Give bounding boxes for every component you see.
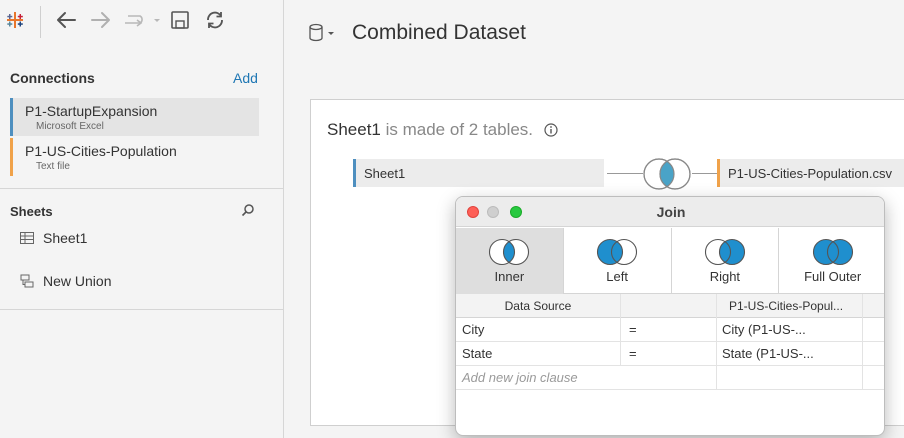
right-field[interactable]: State (P1-US-... [717,342,863,366]
datasource-icon[interactable] [307,22,337,44]
toolbar-separator [40,6,41,38]
dialog-title: Join [656,204,686,220]
join-dialog: Join Inner Left Right Full Outer Data So… [455,196,885,436]
join-operator[interactable]: = [621,318,717,342]
join-type-label: Left [606,269,628,284]
add-join-clause-row[interactable]: Add new join clause [456,366,884,390]
divider [0,309,284,310]
left-pane: Connections Add P1-StartupExpansion Micr… [0,0,284,438]
back-arrow-icon[interactable] [54,8,78,32]
connection-startup-expansion[interactable]: P1-StartupExpansion Microsoft Excel [10,98,259,136]
connection-us-cities-population[interactable]: P1-US-Cities-Population Text file [10,138,259,176]
add-connection-link[interactable]: Add [233,70,258,86]
join-clause-grid: Data Source P1-US-Cities-Popul... City =… [456,294,884,390]
summary-text: is made of 2 tables. [380,120,534,139]
join-type-inner[interactable]: Inner [456,228,564,294]
right-table-pill[interactable]: P1-US-Cities-Population.csv [717,159,904,187]
sheets-heading: Sheets [10,204,53,219]
search-icon[interactable] [241,203,255,222]
left-field[interactable]: State [456,342,621,366]
info-icon[interactable] [544,123,558,137]
header-operator [621,294,717,318]
connection-type: Text file [36,161,70,172]
left-join-icon [597,238,638,266]
header-right-source: P1-US-Cities-Popul... [717,294,863,318]
left-field[interactable]: City [456,318,621,342]
redo-dropdown-icon[interactable] [122,8,162,32]
header-data-source: Data Source [456,294,621,318]
join-connector-line [607,173,643,174]
left-table-pill[interactable]: Sheet1 [353,159,604,187]
join-type-label: Right [709,269,741,284]
connections-heading: Connections [10,70,95,86]
sheet-name: Sheet1 [327,120,381,139]
sheet-item-sheet1[interactable]: Sheet1 [20,228,87,248]
grid-header-row: Data Source P1-US-Cities-Popul... [456,294,884,318]
inner-join-venn-icon[interactable] [639,156,695,197]
connection-name: P1-US-Cities-Population [25,143,177,159]
datasource-title[interactable]: Combined Dataset [352,21,526,45]
toolbar [0,0,284,42]
sheet-label: New Union [43,273,112,289]
dialog-titlebar[interactable]: Join [456,197,884,227]
tableau-app: Connections Add P1-StartupExpansion Micr… [0,0,904,438]
sheet-item-new-union[interactable]: New Union [20,271,111,291]
join-type-label: Inner [494,269,525,284]
join-type-label: Full Outer [804,269,862,284]
sheet-label: Sheet1 [43,230,88,246]
table-name: Sheet1 [364,165,406,181]
join-operator[interactable]: = [621,342,717,366]
refresh-icon[interactable] [204,8,226,32]
right-join-icon [704,238,745,266]
inner-join-icon [489,238,530,266]
table-name: P1-US-Cities-Population.csv [728,165,893,181]
join-clause-row[interactable]: City = City (P1-US-... [456,318,884,342]
tableau-logo-icon[interactable] [6,8,24,32]
join-connector-line [692,173,718,174]
join-type-full-outer[interactable]: Full Outer [779,228,884,294]
connection-type: Microsoft Excel [36,121,104,132]
tables-summary: Sheet1 is made of 2 tables. [327,120,558,140]
forward-arrow-icon[interactable] [89,8,113,32]
empty-cell [717,366,863,390]
table-icon [20,232,34,244]
union-icon [20,274,34,288]
right-field[interactable]: City (P1-US-... [717,318,863,342]
divider [0,188,284,189]
join-clause-row[interactable]: State = State (P1-US-... [456,342,884,366]
join-type-right[interactable]: Right [672,228,780,294]
save-icon[interactable] [170,8,190,32]
full-outer-join-icon [812,238,853,266]
connection-name: P1-StartupExpansion [25,103,158,119]
add-join-clause-placeholder[interactable]: Add new join clause [456,366,717,390]
join-type-left[interactable]: Left [564,228,672,294]
join-type-selector: Inner Left Right Full Outer [456,228,884,294]
